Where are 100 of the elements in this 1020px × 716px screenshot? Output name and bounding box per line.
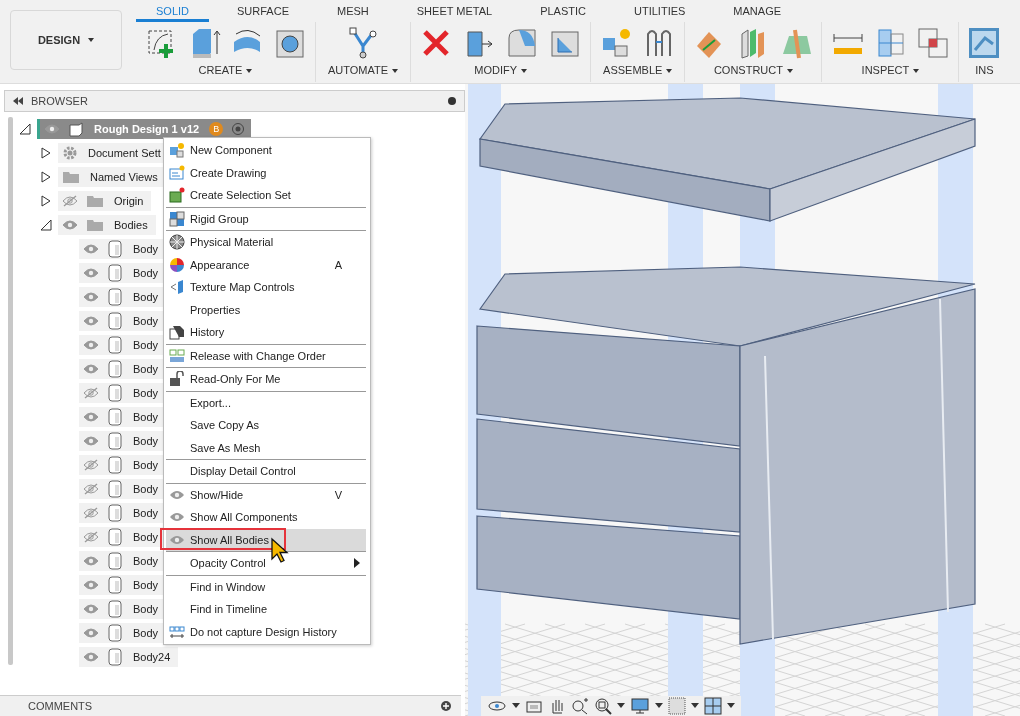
group-menu-button[interactable]: ASSEMBLE: [599, 62, 677, 78]
ribbon-tab[interactable]: UTILITIES: [614, 0, 706, 22]
expand-arrow-icon[interactable]: [40, 195, 52, 207]
scrollbar[interactable]: [8, 117, 13, 665]
eye-icon[interactable]: [83, 291, 99, 303]
fit-zoom-icon[interactable]: [594, 697, 612, 715]
gear-icon: [62, 145, 78, 161]
menu-item[interactable]: Appearance A: [166, 253, 366, 276]
menu-item[interactable]: Create Selection Set: [166, 184, 366, 207]
eye-icon[interactable]: [83, 603, 99, 615]
ribbon-tab[interactable]: SURFACE: [217, 0, 309, 22]
minimize-icon[interactable]: [448, 97, 456, 105]
body-icon: [107, 456, 123, 474]
group-menu-button[interactable]: CREATE: [194, 62, 257, 78]
eye-icon[interactable]: [83, 363, 99, 375]
add-icon[interactable]: [441, 701, 451, 711]
body-icon: [107, 240, 123, 258]
collapse-arrow-icon[interactable]: [40, 219, 52, 231]
eye-crossed-icon[interactable]: [62, 195, 78, 207]
insert-image-icon[interactable]: [967, 26, 1002, 60]
interference-icon[interactable]: [916, 26, 951, 60]
eye-crossed-icon[interactable]: [83, 483, 99, 495]
expand-arrow-icon[interactable]: [40, 147, 52, 159]
group-menu-button[interactable]: CONSTRUCT: [709, 62, 797, 78]
menu-item[interactable]: Rigid Group: [166, 207, 366, 230]
viewports-icon[interactable]: [704, 697, 722, 715]
eye-icon[interactable]: [83, 267, 99, 279]
group-menu-button[interactable]: INS: [971, 62, 998, 78]
eye-crossed-icon[interactable]: [83, 507, 99, 519]
eye-crossed-icon[interactable]: [83, 459, 99, 471]
caret-icon[interactable]: [655, 703, 663, 709]
folder-icon: [86, 194, 104, 208]
component-icon: [68, 121, 84, 137]
eye-icon[interactable]: [83, 339, 99, 351]
collapse-arrow-icon[interactable]: [19, 123, 31, 135]
new-component-icon: [169, 142, 185, 159]
menu-item[interactable]: Opacity Control: [166, 552, 366, 575]
drawing-icon: [169, 164, 185, 181]
eye-crossed-icon[interactable]: [83, 387, 99, 399]
eye-icon[interactable]: [62, 219, 78, 231]
caret-icon[interactable]: [727, 703, 735, 709]
workspace-dropdown[interactable]: DESIGN: [10, 10, 122, 70]
eye-icon: [169, 488, 185, 501]
display-icon[interactable]: [630, 697, 650, 715]
version-badge: B: [209, 122, 224, 136]
menu-item[interactable]: Save As Mesh: [166, 436, 366, 459]
eye-icon[interactable]: [83, 243, 99, 255]
group-menu-button[interactable]: MODIFY: [470, 62, 531, 78]
ribbon-tab[interactable]: MANAGE: [713, 0, 802, 22]
eye-icon[interactable]: [44, 123, 60, 135]
eye-icon[interactable]: [83, 627, 99, 639]
eye-icon: [169, 511, 185, 524]
ribbon-tab[interactable]: SOLID: [136, 0, 209, 22]
menu-item[interactable]: Read-Only For Me: [166, 368, 366, 391]
menu-item[interactable]: History: [166, 321, 366, 344]
body-icon: [107, 648, 123, 666]
selection-set-icon: [169, 187, 185, 204]
body-icon: [107, 480, 123, 498]
menu-item[interactable]: Show All Components: [166, 506, 366, 529]
body-icon: [107, 432, 123, 450]
menu-item[interactable]: Export...: [166, 391, 366, 414]
expand-arrow-icon[interactable]: [40, 171, 52, 183]
body-icon: [107, 576, 123, 594]
menu-item[interactable]: Save Copy As: [166, 414, 366, 437]
collapse-panel-icon[interactable]: [13, 97, 23, 105]
eye-icon[interactable]: [83, 579, 99, 591]
menu-item[interactable]: Physical Material: [166, 231, 366, 254]
menu-item[interactable]: Do not capture Design History: [166, 620, 366, 643]
menu-item[interactable]: Display Detail Control: [166, 460, 366, 483]
browser-title: BROWSER: [31, 95, 89, 107]
caret-icon[interactable]: [691, 703, 699, 709]
menu-item[interactable]: Show/Hide V: [166, 483, 366, 506]
ribbon-tab[interactable]: MESH: [317, 0, 389, 22]
ribbon-tab[interactable]: SHEET METAL: [396, 0, 513, 22]
menu-item[interactable]: Release with Change Order: [166, 344, 366, 367]
menu-item[interactable]: Find in Window: [166, 575, 366, 598]
menu-item[interactable]: Texture Map Controls: [166, 276, 366, 299]
caret-icon[interactable]: [512, 703, 520, 709]
unlocked-padlock-icon: [169, 371, 185, 388]
caret-icon[interactable]: [617, 703, 625, 709]
activate-radio-icon[interactable]: [231, 122, 246, 136]
menu-item[interactable]: New Component: [166, 139, 366, 162]
grid-icon[interactable]: [668, 697, 686, 715]
eye-icon[interactable]: [83, 651, 99, 663]
eye-icon[interactable]: [83, 315, 99, 327]
body-icon: [107, 312, 123, 330]
ribbon-tab[interactable]: PLASTIC: [520, 0, 606, 22]
group-menu-button[interactable]: INSPECT: [857, 62, 924, 78]
menu-item[interactable]: Create Drawing: [166, 161, 366, 184]
eye-icon[interactable]: [83, 411, 99, 423]
eye-icon[interactable]: [83, 555, 99, 567]
eye-icon[interactable]: [83, 435, 99, 447]
group-menu-button[interactable]: AUTOMATE: [324, 62, 403, 78]
color-wheel-icon: [169, 256, 185, 273]
menu-item[interactable]: Properties: [166, 298, 366, 321]
eye-crossed-icon[interactable]: [83, 531, 99, 543]
look-at-icon[interactable]: [525, 698, 543, 714]
texture-map-icon: [169, 279, 185, 296]
menu-item[interactable]: Find in Timeline: [166, 598, 366, 621]
zoom-icon[interactable]: [571, 697, 589, 715]
